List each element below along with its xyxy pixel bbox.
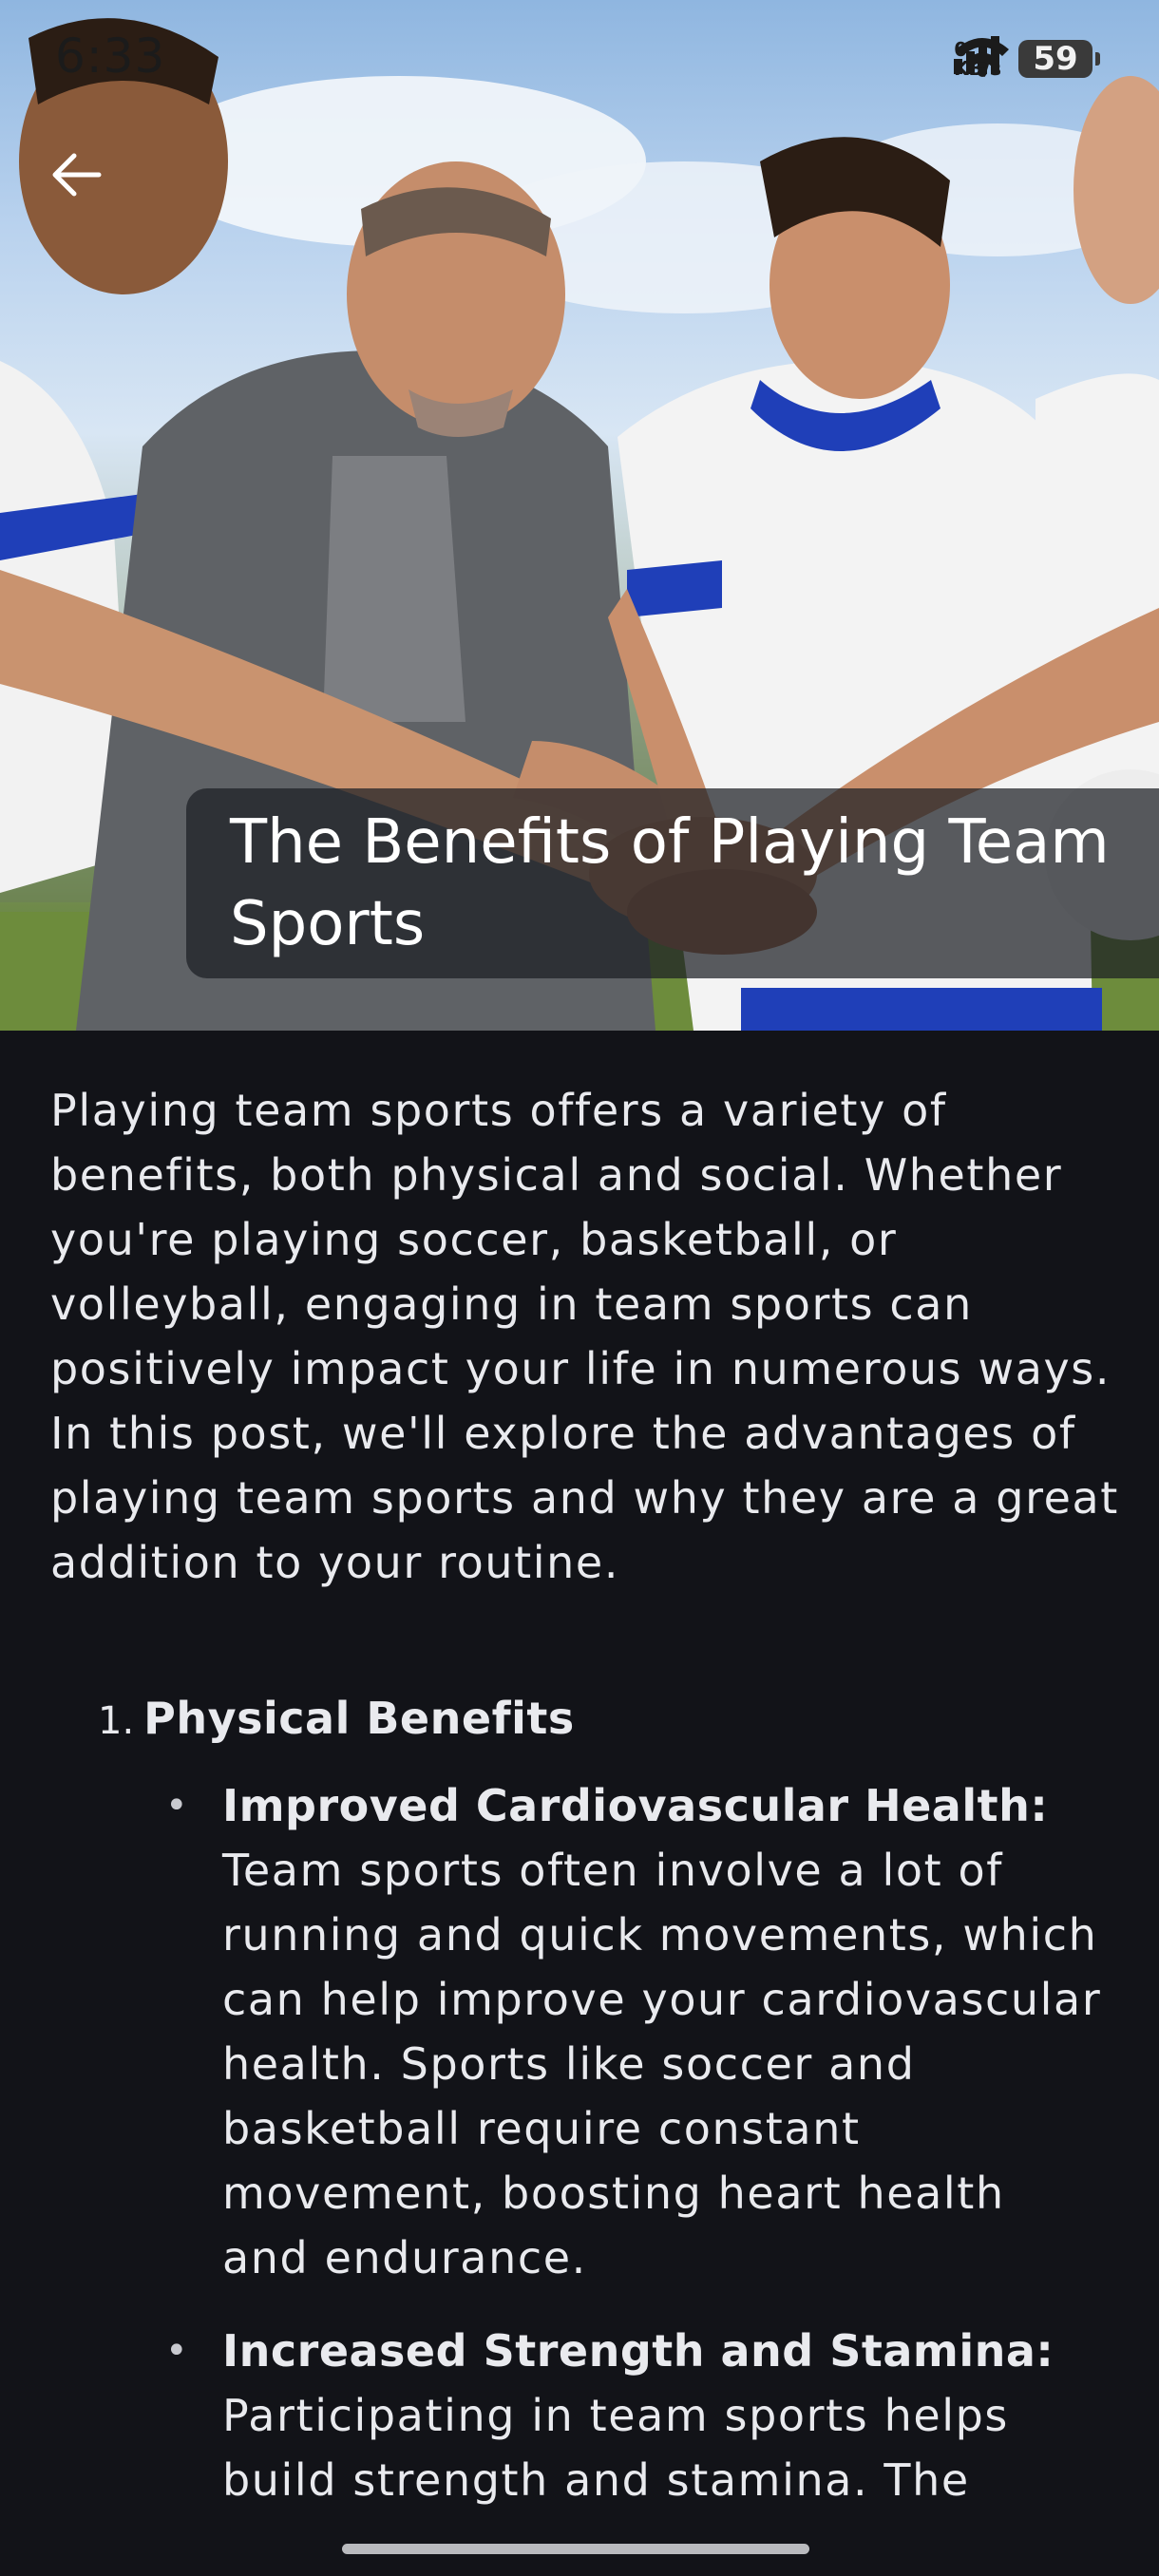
article-body: Playing team sports offers a variety of … [0, 1031, 1159, 2576]
bullet-cardiovascular-health: Improved Cardiovascular Health: Team spo… [222, 1773, 1106, 2290]
intro-paragraph: Playing team sports offers a variety of … [50, 1085, 1119, 1588]
post-title: The Benefits of Playing Team Sports [230, 807, 1110, 959]
bullet-strength-stamina: Increased Strength and Stamina: Particip… [222, 2319, 1106, 2512]
arrow-left-icon [52, 153, 102, 197]
status-time: 6:33 [55, 28, 166, 84]
bullet-marker: • [165, 1784, 188, 1828]
battery-icon: 59 [1018, 40, 1100, 78]
wifi-icon [956, 38, 1010, 77]
section-number: 1. [98, 1699, 135, 1743]
bullet-marker: • [165, 2329, 188, 2373]
bullet-heading: Improved Cardiovascular Health: [222, 1780, 1049, 1831]
home-indicator[interactable] [342, 2544, 809, 2554]
status-bar: 6:33 0.17 KB/s 59 [0, 0, 1159, 123]
bullet-heading: Increased Strength and Stamina: [222, 2325, 1054, 2377]
title-overlay: The Benefits of Playing Team Sports [186, 788, 1159, 978]
hero-image: 6:33 0.17 KB/s 59 The Benefits of Playin… [0, 0, 1159, 1031]
section-label: Physical Benefits [143, 1693, 575, 1744]
section-heading-physical-benefits: 1. Physical Benefits [98, 1686, 575, 1753]
back-button[interactable] [49, 152, 125, 228]
bullet-body: Participating in team sports helps build… [222, 2390, 1009, 2506]
bullet-body: Team sports often involve a lot of runni… [222, 1845, 1102, 2283]
status-icons: 0.17 KB/s 59 [954, 34, 1100, 84]
